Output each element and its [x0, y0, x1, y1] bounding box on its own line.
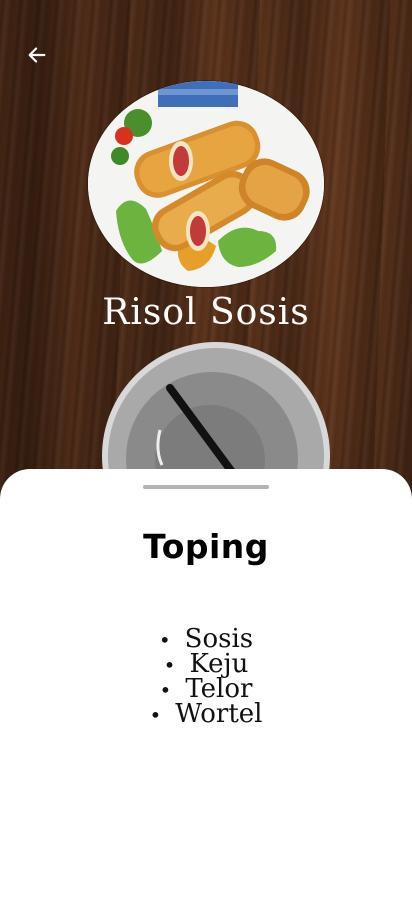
sheet-title: Toping — [143, 527, 269, 566]
topping-sheet: Toping • Sosis • Keju • Telor • Wortel — [0, 469, 412, 917]
bullet-icon: • — [149, 703, 162, 727]
arrow-left-icon — [28, 47, 46, 63]
sheet-drag-handle[interactable] — [143, 485, 269, 489]
back-button[interactable] — [22, 40, 52, 70]
topping-list: • Sosis • Keju • Telor • Wortel — [0, 626, 412, 729]
bullet-icon: • — [163, 653, 176, 677]
topping-label: Wortel — [175, 699, 263, 729]
topping-item: • Wortel — [0, 699, 412, 729]
risol-sosis-photo — [88, 81, 324, 287]
food-detail-screen: Risol Sosis Toping • Sosis • Keju • Telor •… — [0, 0, 412, 917]
bullet-icon: • — [159, 678, 172, 702]
food-title: Risol Sosis — [102, 292, 310, 333]
bullet-icon: • — [158, 628, 171, 652]
